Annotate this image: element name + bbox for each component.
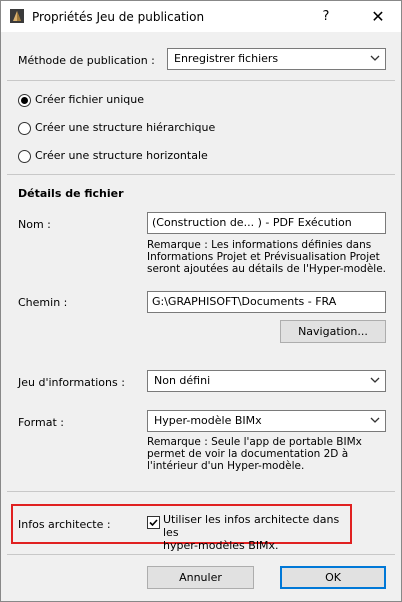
cancel-button[interactable]: Annuler [147, 566, 254, 589]
path-value: G:\GRAPHISOFT\Documents - FRA [152, 295, 337, 308]
infoset-dropdown[interactable]: Non défini [147, 370, 386, 392]
note-line: Remarque : Les informations définies dan… [147, 239, 372, 251]
separator [7, 174, 395, 175]
format-note: Remarque : Seule l'app de portable BIMx … [147, 436, 397, 472]
separator [7, 80, 395, 81]
note-line: seront ajoutées au détails de l'Hyper-mo… [147, 263, 386, 275]
architect-info-checkbox[interactable] [147, 516, 160, 529]
window-title: Propriétés Jeu de publication [32, 10, 205, 24]
infoset-label: Jeu d'informations : [18, 376, 125, 389]
checkbox-label-line: hyper-modèles BIMx. [163, 539, 279, 552]
close-button[interactable]: ✕ [362, 6, 394, 28]
ok-button[interactable]: OK [280, 566, 386, 589]
architect-info-text: Utiliser les infos architecte dans les h… [163, 513, 348, 552]
name-value: (Construction de... ) - PDF Exécution [152, 216, 352, 229]
publisher-properties-dialog: Propriétés Jeu de publication ? ✕ Méthod… [0, 0, 402, 602]
chevron-down-icon [370, 377, 380, 383]
navigation-button[interactable]: Navigation... [280, 320, 386, 343]
separator [7, 554, 395, 555]
path-field[interactable]: G:\GRAPHISOFT\Documents - FRA [147, 291, 386, 313]
publish-method-dropdown[interactable]: Enregistrer fichiers [167, 48, 386, 70]
format-value: Hyper-modèle BIMx [154, 414, 262, 427]
path-label: Chemin : [18, 296, 68, 309]
radio-horizontal[interactable]: Créer une structure horizontale [18, 149, 238, 165]
radio-label: Créer une structure hiérarchique [35, 121, 216, 134]
radio-hierarchical[interactable]: Créer une structure hiérarchique [18, 121, 238, 137]
radio-button[interactable] [18, 150, 31, 163]
note-line: Remarque : Seule l'app de portable BIMx [147, 436, 362, 448]
file-details-heading: Détails de fichier [18, 187, 124, 200]
infoset-value: Non défini [154, 374, 211, 387]
radio-button-selected[interactable] [18, 94, 31, 107]
note-line: Informations Projet et Prévisualisation … [147, 251, 380, 263]
checkbox-label-line: Utiliser les infos architecte dans les [163, 513, 340, 539]
radio-label: Créer une structure horizontale [35, 149, 208, 162]
title-bar: Propriétés Jeu de publication ? ✕ [1, 1, 401, 32]
publish-method-label: Méthode de publication : [18, 54, 155, 67]
format-dropdown[interactable]: Hyper-modèle BIMx [147, 410, 386, 432]
note-line: permet de voir la documentation 2D à [147, 448, 349, 460]
radio-button[interactable] [18, 122, 31, 135]
note-line: l'intérieur d'un Hyper-modèle. [147, 460, 305, 472]
help-button[interactable]: ? [312, 6, 340, 28]
publish-method-value: Enregistrer fichiers [174, 52, 279, 65]
app-icon [10, 9, 24, 23]
architect-info-label: Infos architecte : [18, 518, 111, 531]
name-note: Remarque : Les informations définies dan… [147, 239, 397, 275]
separator [7, 491, 395, 492]
check-icon [149, 519, 158, 527]
chevron-down-icon [370, 417, 380, 423]
chevron-down-icon [370, 55, 380, 61]
name-label: Nom : [18, 218, 51, 231]
radio-label: Créer fichier unique [35, 93, 145, 106]
format-label: Format : [18, 416, 64, 429]
radio-single-file[interactable]: Créer fichier unique [18, 93, 218, 109]
name-field[interactable]: (Construction de... ) - PDF Exécution [147, 212, 386, 234]
